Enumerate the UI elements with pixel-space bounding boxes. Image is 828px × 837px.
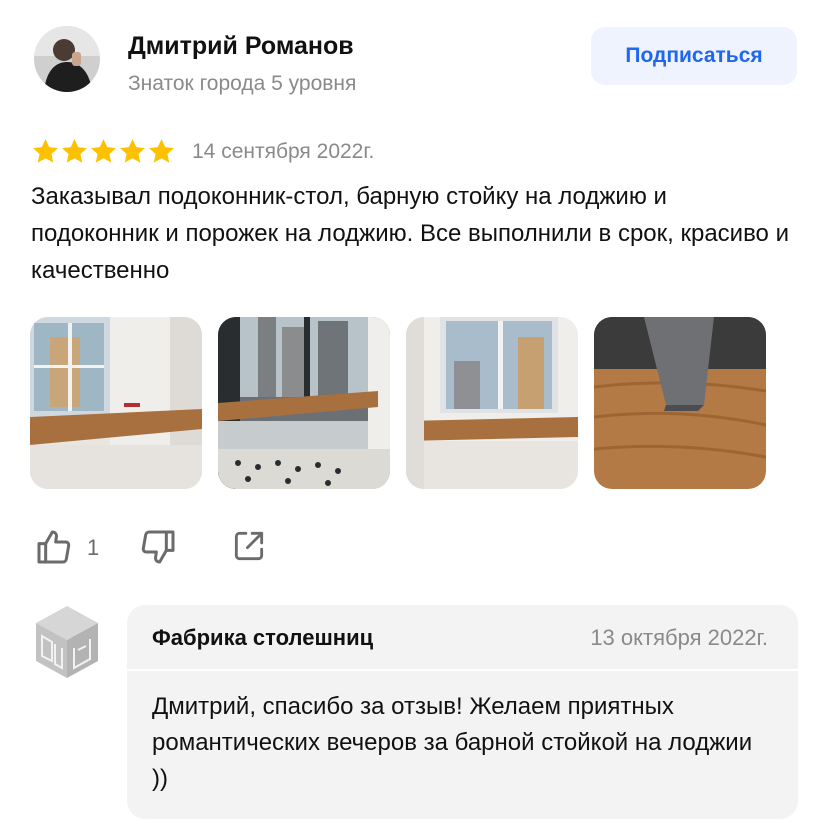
star-icon — [33, 139, 58, 163]
subscribe-button[interactable]: Подписаться — [591, 27, 797, 85]
company-cube-logo[interactable] — [34, 604, 100, 680]
rating-stars — [31, 137, 176, 166]
star-icon — [91, 139, 116, 163]
author-level: Знаток города 5 уровня — [128, 72, 357, 95]
author-avatar[interactable] — [34, 26, 100, 92]
review-text: Заказывал подоконник-стол, барную стойку… — [31, 183, 789, 284]
photo-wood-closeup[interactable] — [594, 317, 766, 489]
photo-windowsill-desk[interactable] — [30, 317, 202, 489]
share-icon[interactable] — [230, 527, 268, 570]
thumbs-up-icon[interactable] — [34, 527, 74, 572]
thumbs-down-icon[interactable] — [138, 527, 178, 572]
author-name[interactable]: Дмитрий Романов — [128, 32, 354, 61]
reply-company-name[interactable]: Фабрика столешниц — [152, 625, 373, 651]
photo-balcony-bar[interactable] — [218, 317, 390, 489]
star-icon — [149, 139, 174, 163]
star-icon — [62, 139, 87, 163]
reply-date: 13 октября 2022г. — [590, 625, 768, 650]
company-reply: Фабрика столешниц 13 октября 2022г. Дмит… — [127, 605, 798, 819]
reply-text: Дмитрий, спасибо за отзыв! Желаем приятн… — [152, 693, 753, 792]
star-icon — [120, 139, 145, 163]
photo-windowsill[interactable] — [406, 317, 578, 489]
like-count: 1 — [87, 535, 100, 560]
review-date: 14 сентября 2022г. — [192, 140, 375, 163]
reply-divider — [127, 669, 798, 671]
